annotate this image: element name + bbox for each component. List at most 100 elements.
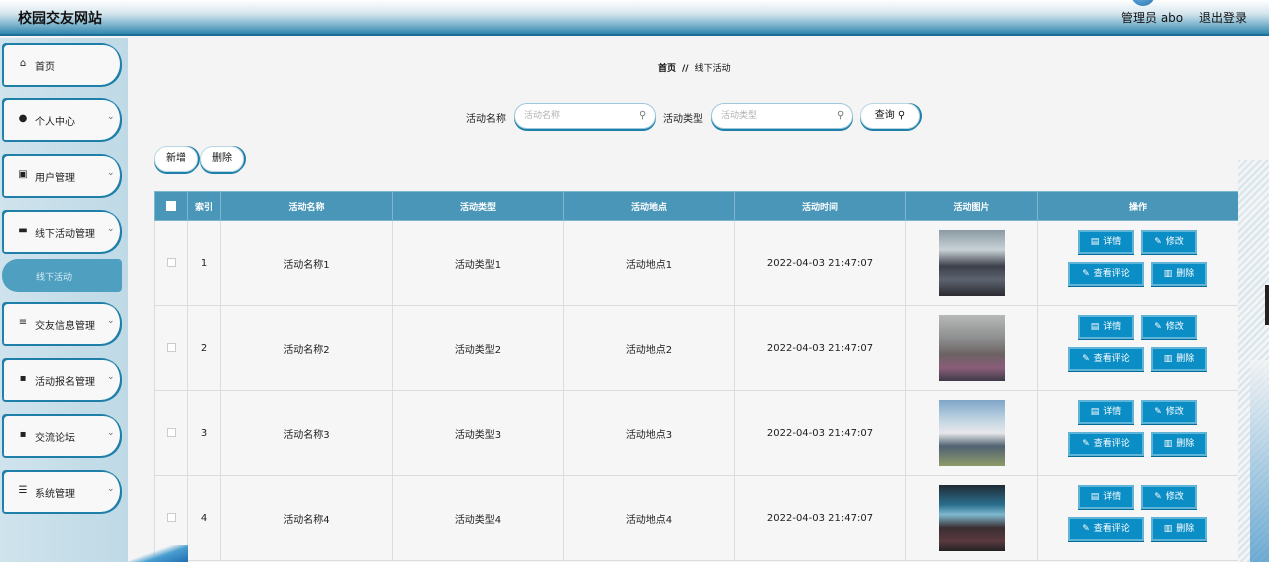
delete-row-button[interactable]: ▥ 删除 [1151, 347, 1207, 371]
detail-button[interactable]: ▤ 详情 [1078, 230, 1134, 254]
scrollbar-thumb[interactable] [1265, 285, 1269, 325]
sidebar-item-forum[interactable]: ▪ 交流论坛 ⌄ [2, 414, 122, 456]
table-row: 1 活动名称1 活动类型1 活动地点1 2022-04-03 21:47:07 … [154, 220, 1238, 306]
detail-button[interactable]: ▤ 详情 [1078, 400, 1134, 424]
cell-name: 活动名称1 [220, 220, 393, 306]
view-comments-button[interactable]: ✎ 查看评论 [1068, 517, 1144, 541]
sidebar-item-label: 活动报名管理 [35, 377, 95, 388]
column-header-name: 活动名称 [220, 191, 393, 221]
add-button[interactable]: 新增 [154, 146, 198, 172]
cell-place: 活动地点1 [563, 220, 735, 306]
cell-place: 活动地点3 [563, 390, 735, 476]
user-icon: ● [18, 113, 28, 124]
chevron-down-icon: ⌄ [107, 112, 115, 122]
row-checkbox[interactable] [166, 513, 176, 522]
sidebar-item-user-management[interactable]: ▣ 用户管理 ⌄ [2, 154, 122, 196]
select-all-checkbox[interactable] [166, 200, 176, 211]
sidebar-item-system-management[interactable]: ☰ 系统管理 ⌄ [2, 470, 122, 512]
chevron-down-icon: ⌄ [107, 428, 115, 438]
cell-name: 活动名称3 [220, 390, 393, 476]
sidebar-item-activity-signup-management[interactable]: ▪ 活动报名管理 ⌄ [2, 358, 122, 400]
activity-name-input[interactable] [514, 103, 656, 129]
pencil-icon: ✎ [1154, 492, 1162, 502]
delete-row-button[interactable]: ▥ 删除 [1151, 262, 1207, 286]
edit-button[interactable]: ✎ 修改 [1141, 315, 1197, 339]
site-title: 校园交友网站 [18, 11, 102, 27]
query-button[interactable]: 查询 ⚲ [860, 103, 920, 129]
chevron-down-icon: ⌄ [107, 372, 115, 382]
column-header-type: 活动类型 [392, 191, 564, 221]
sidebar-item-label: 交友信息管理 [35, 321, 95, 332]
activity-image[interactable] [938, 230, 1005, 296]
delete-button[interactable]: 删除 [200, 146, 244, 172]
row-actions: ▤ 详情 ✎ 修改 ✎ 查看评论 ▥ 删除 [1038, 398, 1238, 468]
cell-time: 2022-04-03 21:47:07 [734, 220, 906, 306]
activity-image[interactable] [938, 400, 1005, 466]
activity-image[interactable] [938, 315, 1005, 381]
sidebar-item-label: 交流论坛 [35, 433, 75, 444]
view-comments-button[interactable]: ✎ 查看评论 [1068, 432, 1144, 456]
cell-time: 2022-04-03 21:47:07 [734, 390, 906, 476]
pencil-icon: ✎ [1082, 439, 1090, 449]
sliders-icon: ☰ [18, 485, 28, 496]
column-header-image: 活动图片 [905, 191, 1038, 221]
cell-place: 活动地点4 [563, 475, 735, 561]
cell-place: 活动地点2 [563, 305, 735, 391]
activity-image[interactable] [938, 485, 1005, 551]
edit-button[interactable]: ✎ 修改 [1141, 485, 1197, 509]
cell-index: 3 [187, 390, 221, 476]
logout-link[interactable]: 退出登录 [1199, 9, 1247, 26]
sidebar-item-personal-center[interactable]: ● 个人中心 ⌄ [2, 98, 122, 140]
sidebar-subitem-offline-activity[interactable]: 线下活动 [2, 259, 122, 292]
edit-button[interactable]: ✎ 修改 [1141, 400, 1197, 424]
column-header-time: 活动时间 [734, 191, 906, 221]
pencil-icon: ✎ [1154, 407, 1162, 417]
cell-time: 2022-04-03 21:47:07 [734, 475, 906, 561]
avatar[interactable] [1131, 0, 1155, 6]
grid-icon: ▪ [19, 373, 27, 384]
document-icon: ▤ [1090, 322, 1100, 332]
cell-index: 1 [187, 220, 221, 306]
table-row: 2 活动名称2 活动类型2 活动地点2 2022-04-03 21:47:07 … [154, 305, 1238, 391]
activity-name-label: 活动名称 [466, 114, 506, 125]
cell-name: 活动名称2 [220, 305, 393, 391]
breadcrumb-home[interactable]: 首页 [658, 64, 676, 74]
sidebar-item-dating-info-management[interactable]: ≡ 交友信息管理 ⌄ [2, 302, 122, 344]
chevron-down-icon: ⌄ [107, 316, 115, 326]
decorative-wave [128, 545, 188, 562]
row-checkbox[interactable] [166, 343, 176, 352]
main-content: 首页 // 线下活动 活动名称 ⚲ 活动类型 ⚲ 查询 ⚲ 新增 删除 索引 活动名… [128, 38, 1269, 562]
pencil-icon: ✎ [1154, 322, 1162, 332]
activity-type-input[interactable] [711, 103, 853, 129]
column-header-index: 索引 [187, 191, 221, 221]
pencil-icon: ✎ [1082, 524, 1090, 534]
sidebar-item-label: 系统管理 [35, 489, 75, 500]
search-icon: ⚲ [897, 110, 906, 121]
sidebar-item-label: 用户管理 [35, 173, 75, 184]
chevron-down-icon: ⌄ [107, 168, 115, 178]
cell-time: 2022-04-03 21:47:07 [734, 305, 906, 391]
query-button-label: 查询 [874, 110, 895, 121]
row-actions: ▤ 详情 ✎ 修改 ✎ 查看评论 ▥ 删除 [1038, 483, 1238, 553]
row-actions: ▤ 详情 ✎ 修改 ✎ 查看评论 ▥ 删除 [1038, 313, 1238, 383]
table-row: 4 活动名称4 活动类型4 活动地点4 2022-04-03 21:47:07 … [154, 475, 1238, 561]
document-icon: ▤ [1090, 407, 1100, 417]
trash-icon: ▥ [1163, 524, 1173, 534]
row-checkbox[interactable] [166, 428, 176, 437]
edit-button[interactable]: ✎ 修改 [1141, 230, 1197, 254]
cell-type: 活动类型2 [392, 305, 564, 391]
delete-row-button[interactable]: ▥ 删除 [1151, 432, 1207, 456]
sidebar-item-offline-activity-management[interactable]: ▬ 线下活动管理 ⌄ [2, 210, 122, 252]
trash-icon: ▥ [1163, 269, 1173, 279]
detail-button[interactable]: ▤ 详情 [1078, 315, 1134, 339]
decorative-gradient [1250, 360, 1269, 562]
sidebar-item-label: 个人中心 [35, 117, 75, 128]
row-checkbox[interactable] [166, 258, 176, 267]
view-comments-button[interactable]: ✎ 查看评论 [1068, 347, 1144, 371]
select-all-cell[interactable] [154, 191, 188, 221]
view-comments-button[interactable]: ✎ 查看评论 [1068, 262, 1144, 286]
delete-row-button[interactable]: ▥ 删除 [1151, 517, 1207, 541]
detail-button[interactable]: ▤ 详情 [1078, 485, 1134, 509]
sidebar-item-home[interactable]: ⌂ 首页 [2, 43, 122, 85]
activity-table: 索引 活动名称 活动类型 活动地点 活动时间 活动图片 操作 1 活动名称1 活… [154, 191, 1238, 562]
